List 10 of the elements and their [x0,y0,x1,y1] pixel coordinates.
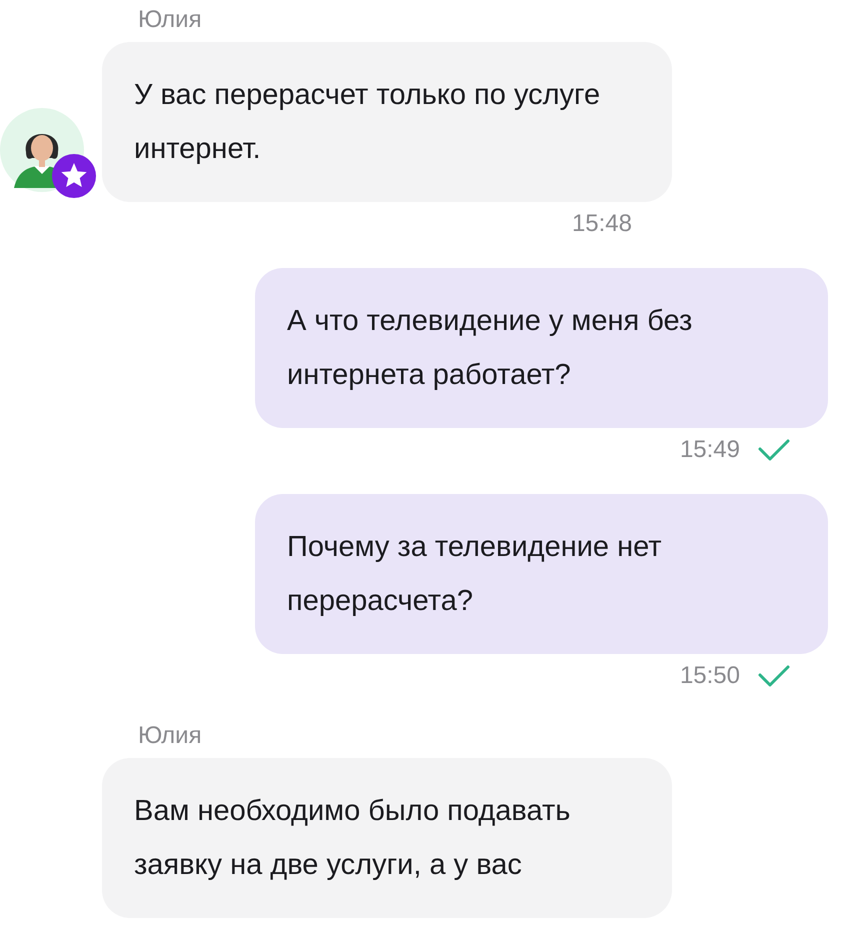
sender-name: Юлия [138,721,203,751]
message-bubble: Вам необходимо было подавать заявку на две услуги, а у вас [102,758,672,918]
message-time: 15:48 [572,209,632,239]
star-badge-icon [52,154,96,198]
message-time: 15:49 [680,435,740,465]
message-bubble: Почему за телевидение нет перерасчета? [255,494,828,654]
message-bubble: У вас перерасчет только по услуге интернет. [102,42,672,202]
sender-name: Юлия [138,5,203,35]
message-time: 15:50 [680,661,740,691]
message-bubble: А что телевидение у меня без интернета работает? [255,268,828,428]
